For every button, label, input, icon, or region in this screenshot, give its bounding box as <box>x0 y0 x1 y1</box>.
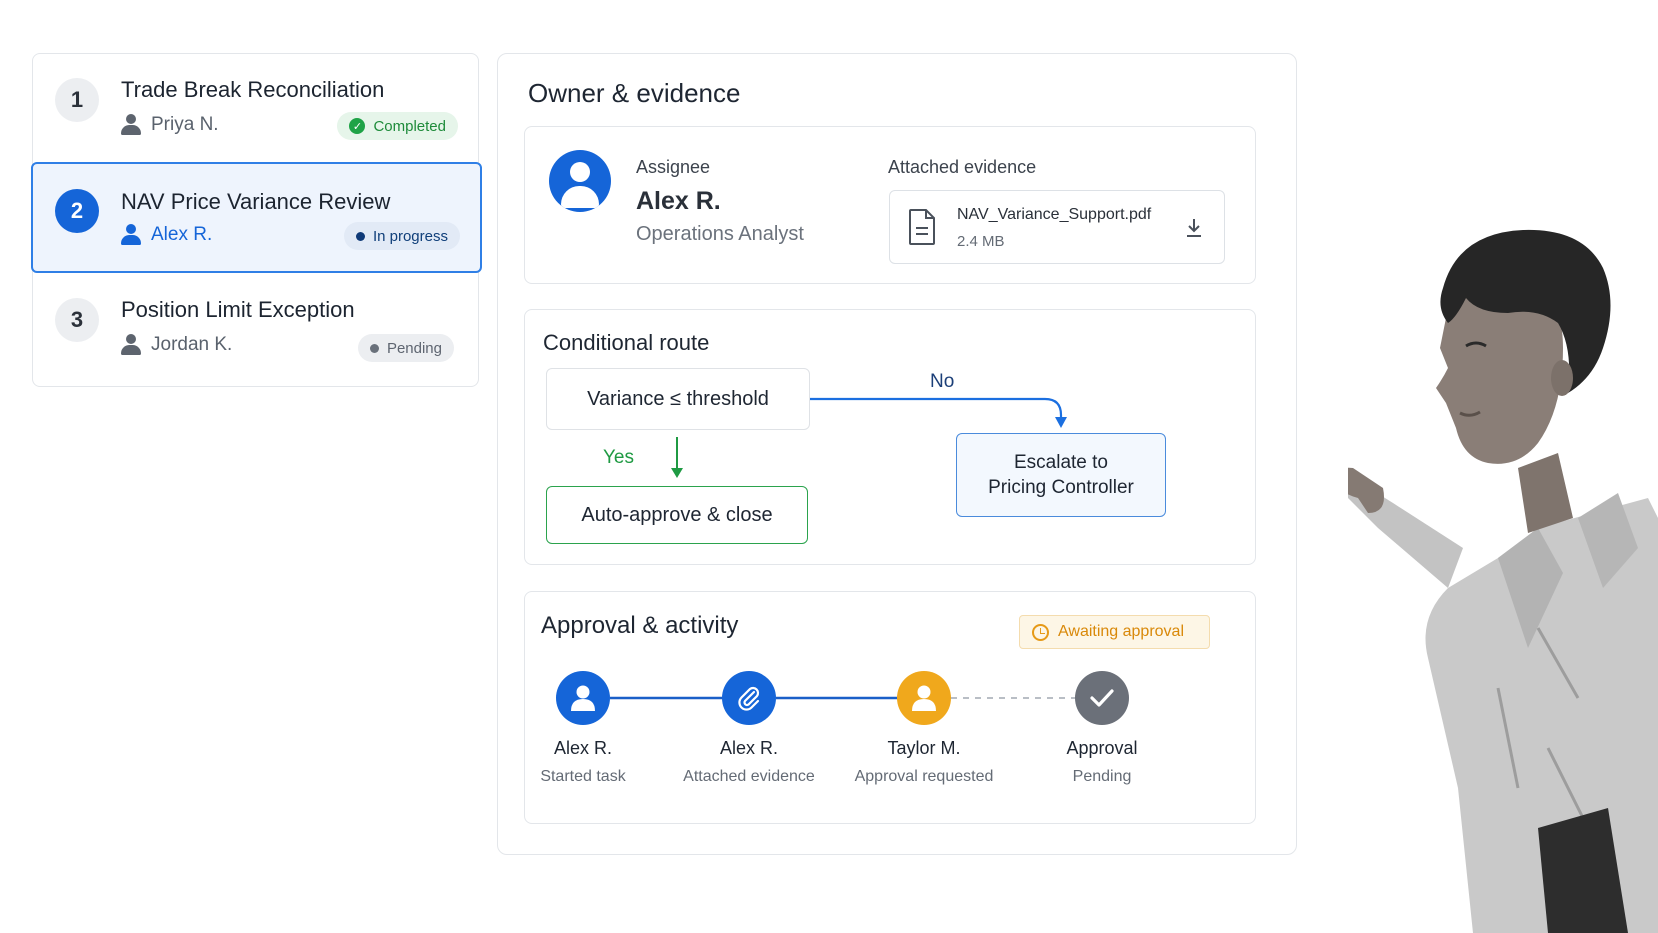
file-icon <box>909 209 935 245</box>
task-item-1[interactable]: 1 Trade Break Reconciliation Priya N. ✓ … <box>33 54 478 164</box>
task-detail-panel: Owner & evidence Assignee Alex R. Operat… <box>497 53 1297 855</box>
task-assignee-name: Jordan K. <box>151 334 233 355</box>
escalate-node[interactable]: Escalate to Pricing Controller <box>956 433 1166 517</box>
owner-card: Assignee Alex R. Operations Analyst Atta… <box>524 126 1256 284</box>
section-title: Owner & evidence <box>528 78 741 108</box>
check-icon <box>1090 689 1114 707</box>
task-number: 2 <box>55 189 99 233</box>
user-icon <box>121 114 141 136</box>
assignee-label: Assignee <box>636 157 711 177</box>
status-label: Pending <box>386 339 442 357</box>
no-arrowhead <box>1055 417 1067 428</box>
task-assignee: Alex R. <box>121 224 212 246</box>
timeline-connectors <box>610 696 1099 700</box>
task-title: NAV Price Variance Review <box>121 189 391 214</box>
status-dot-icon <box>369 343 379 353</box>
task-title: Position Limit Exception <box>121 297 355 322</box>
conditional-route-card: Conditional route Variance ≤ threshold Y… <box>524 309 1256 565</box>
task-number: 1 <box>55 78 99 122</box>
no-arrow <box>810 397 1063 420</box>
no-label: No <box>930 371 955 392</box>
presenter-photo <box>1348 229 1658 933</box>
status-badge: Pending <box>357 334 454 362</box>
approval-activity-card: Approval & activity Awaiting approval Al… <box>524 591 1256 824</box>
user-icon <box>121 334 141 356</box>
task-number: 3 <box>55 298 99 342</box>
task-item-3[interactable]: 3 Position Limit Exception Jordan K. Pen… <box>33 274 478 384</box>
timeline-step-desc: Approval requested <box>854 768 994 785</box>
check-circle-icon: ✓ <box>349 118 366 134</box>
timeline-step-2[interactable] <box>722 671 776 725</box>
download-icon[interactable] <box>1184 217 1204 239</box>
timeline-step-3[interactable] <box>897 671 951 725</box>
user-icon <box>121 224 141 246</box>
paperclip-icon <box>738 686 760 711</box>
auto-approve-node[interactable]: Auto-approve & close <box>546 486 808 544</box>
timeline-step-desc: Started task <box>540 768 626 785</box>
user-icon <box>912 685 936 711</box>
user-icon <box>571 685 595 711</box>
status-badge: ✓ Completed <box>337 112 458 140</box>
yes-label: Yes <box>603 447 634 468</box>
task-assignee-name: Priya N. <box>151 114 219 135</box>
assignee-name: Alex R. <box>636 187 721 215</box>
timeline-step-4[interactable] <box>1075 671 1129 725</box>
task-assignee: Jordan K. <box>121 334 232 356</box>
avatar <box>549 150 611 212</box>
status-label: In progress <box>372 227 448 245</box>
timeline-step-desc: Pending <box>1072 768 1132 785</box>
condition-node[interactable]: Variance ≤ threshold <box>546 368 810 430</box>
status-badge: In progress <box>343 222 460 250</box>
task-item-2[interactable]: 2 NAV Price Variance Review Alex R. In p… <box>31 162 482 273</box>
timeline-step-name: Alex R. <box>553 738 613 758</box>
timeline-step-name: Approval <box>1066 738 1138 758</box>
task-assignee: Priya N. <box>121 114 219 136</box>
timeline-step-name: Alex R. <box>719 738 779 758</box>
timeline-step-desc: Attached evidence <box>683 768 815 785</box>
status-dot-icon <box>355 231 365 241</box>
yes-arrowhead <box>671 468 683 478</box>
file-name: NAV_Variance_Support.pdf <box>957 206 1152 223</box>
status-label: Completed <box>373 117 446 135</box>
evidence-file[interactable]: NAV_Variance_Support.pdf 2.4 MB <box>889 190 1225 264</box>
assignee-role: Operations Analyst <box>636 223 804 245</box>
evidence-label: Attached evidence <box>888 157 1037 177</box>
task-assignee-name: Alex R. <box>151 224 213 245</box>
timeline-step-1[interactable] <box>556 671 610 725</box>
timeline-step-name: Taylor M. <box>887 738 961 758</box>
task-title: Trade Break Reconciliation <box>121 77 385 102</box>
task-list: 1 Trade Break Reconciliation Priya N. ✓ … <box>31 53 482 387</box>
file-size: 2.4 MB <box>957 233 1005 250</box>
